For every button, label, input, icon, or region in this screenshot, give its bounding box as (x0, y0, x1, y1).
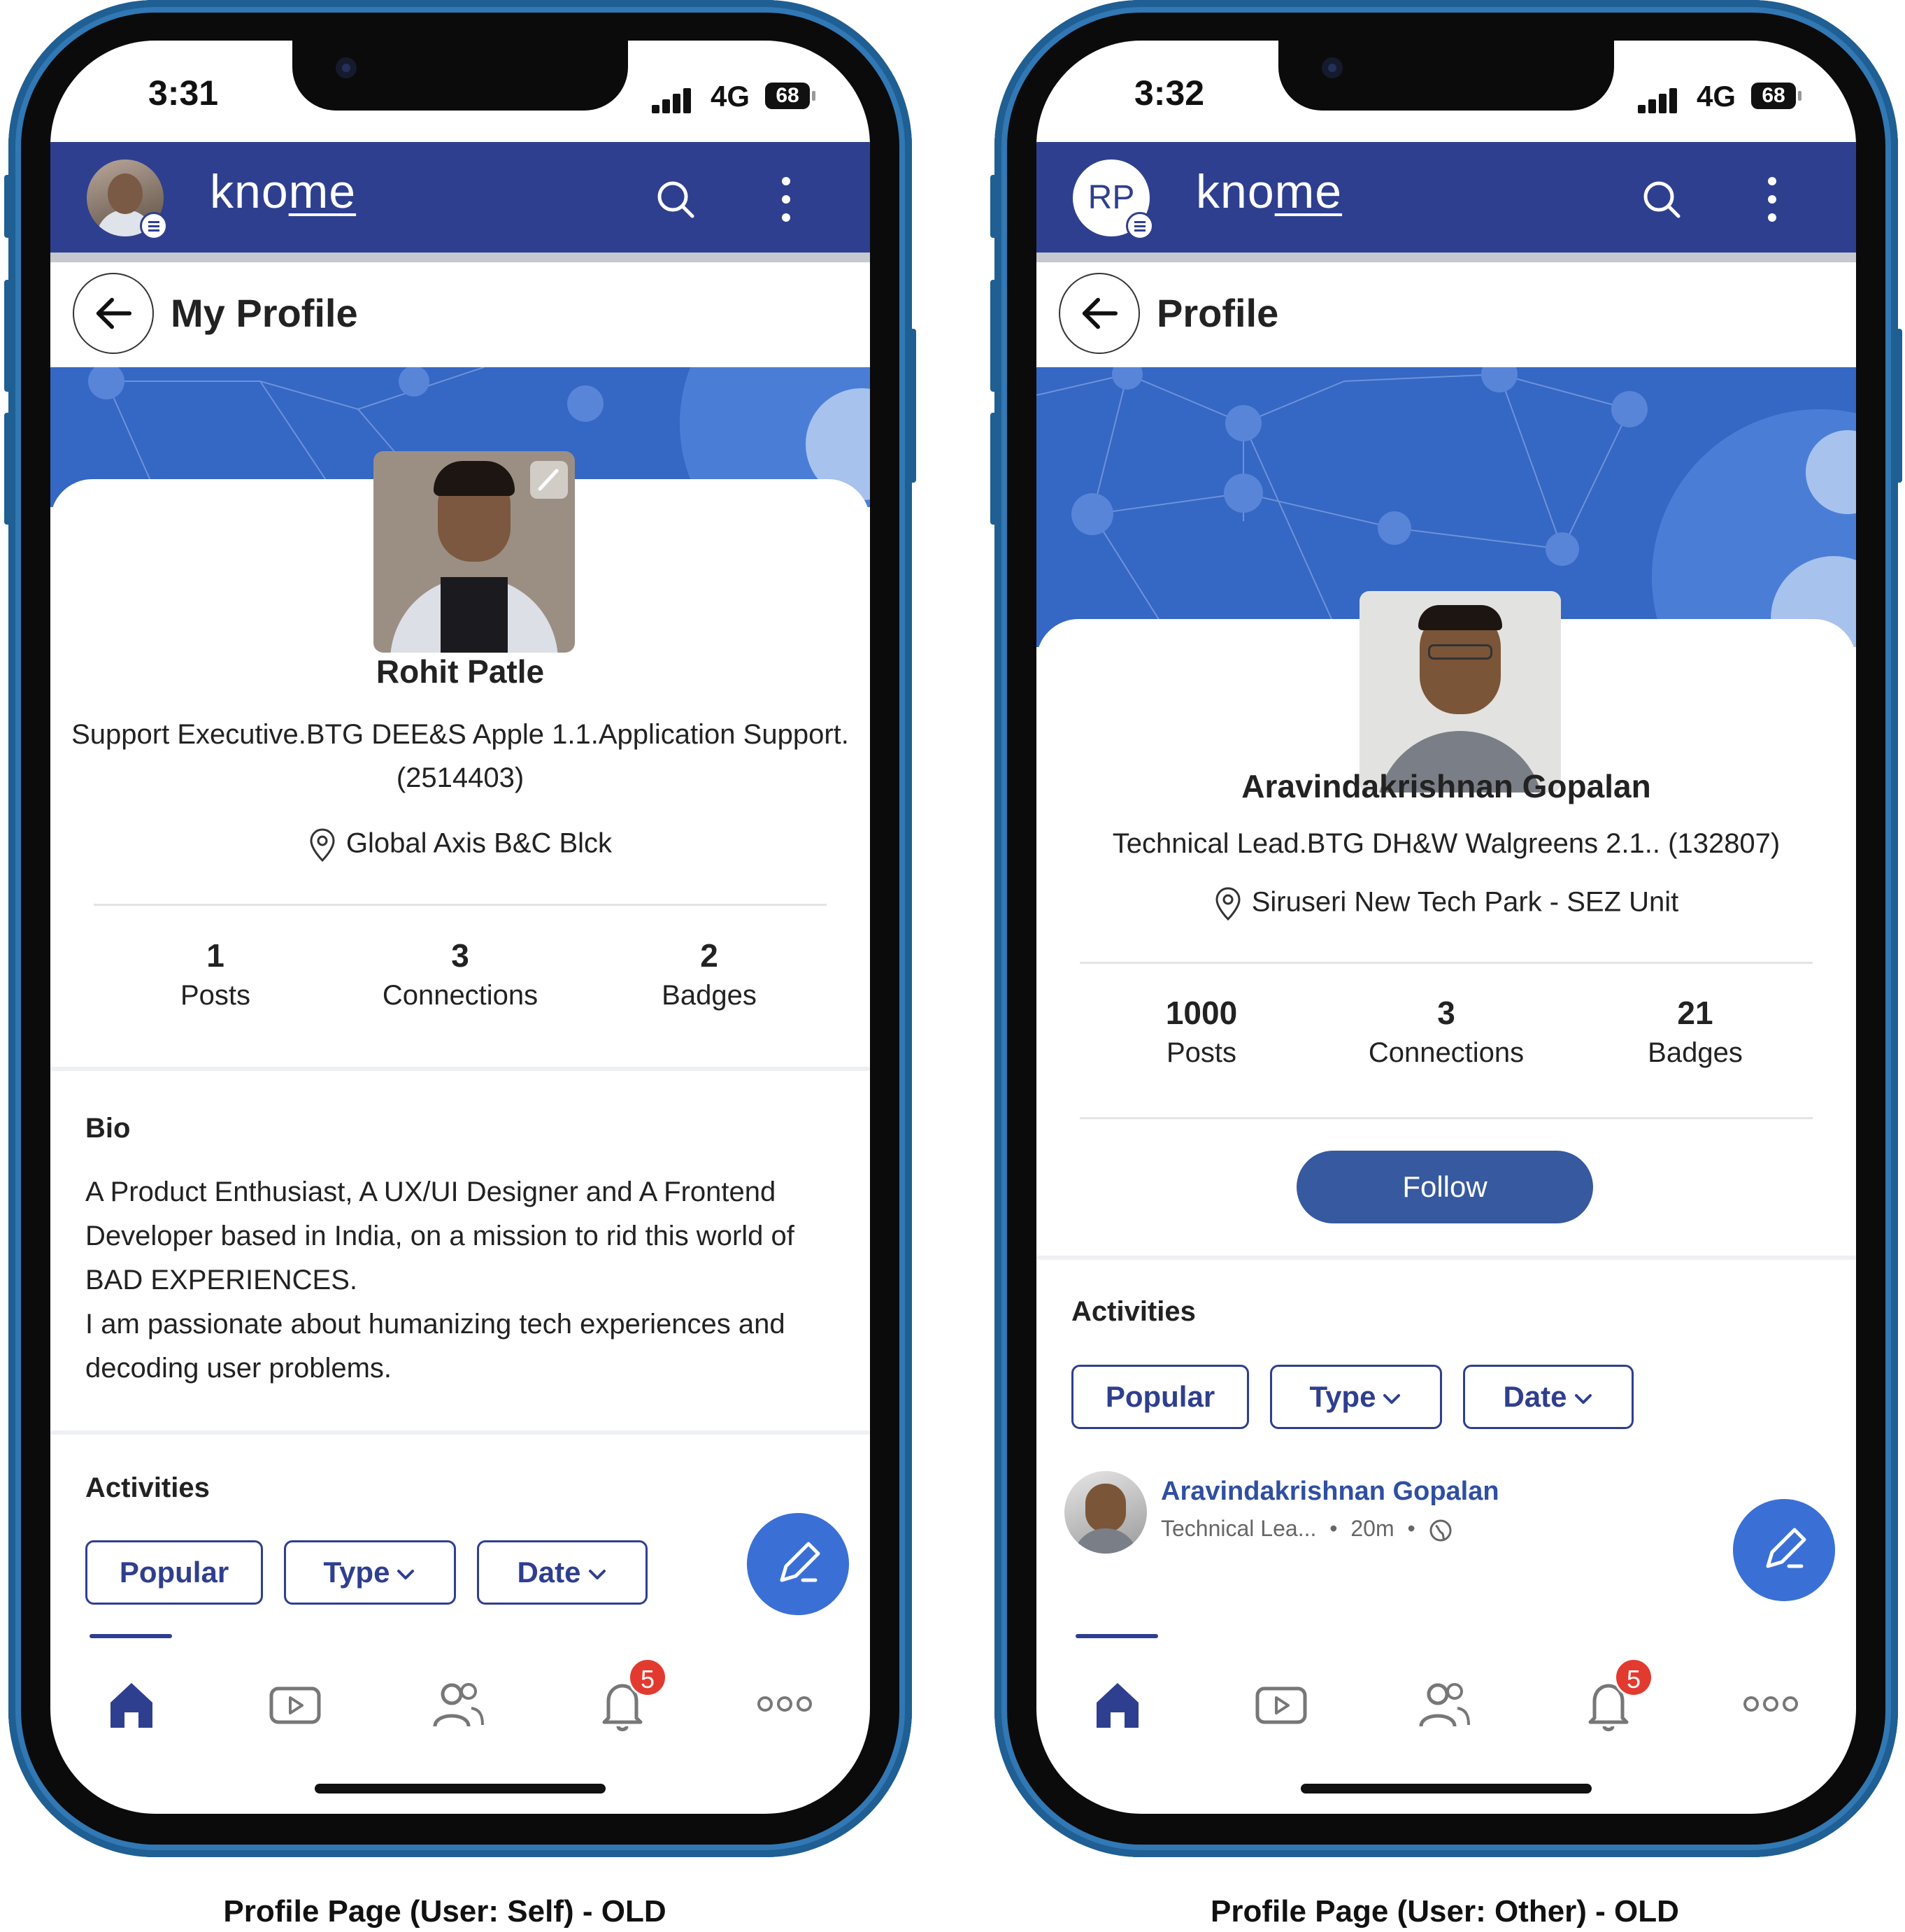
profile-role: Technical Lead.BTG DH&W Walgreens 2.1.. … (1112, 828, 1781, 859)
profile-name: Aravindakrishnan Gopalan (1241, 768, 1651, 804)
home-indicator (315, 1784, 606, 1794)
back-button[interactable] (73, 273, 154, 354)
divider (1080, 1117, 1813, 1119)
bio-heading: Bio (85, 1113, 131, 1144)
camera-icon (336, 57, 357, 78)
connections-icon[interactable] (424, 1669, 494, 1739)
connections-icon[interactable] (1410, 1669, 1480, 1739)
stat-badges[interactable]: 2 Badges (604, 937, 814, 1011)
more-horizontal-icon[interactable] (750, 1669, 820, 1739)
network-label: 4G (1697, 80, 1736, 113)
compose-fab[interactable] (747, 1513, 849, 1615)
location-pin-icon (1215, 887, 1241, 921)
notch (1278, 41, 1614, 111)
activities-heading: Activities (1071, 1296, 1196, 1327)
app-header: RP knome (1036, 142, 1856, 262)
section-separator (1036, 1256, 1856, 1260)
notifications-tab[interactable]: 5 (587, 1658, 667, 1739)
filter-date[interactable]: Date (477, 1540, 648, 1605)
page-title: My Profile (171, 291, 358, 335)
location-pin-icon (310, 828, 335, 862)
bottom-nav: 5 (50, 1634, 870, 1774)
more-vert-icon[interactable] (1765, 177, 1779, 222)
filter-type[interactable]: Type (1270, 1365, 1442, 1429)
stat-posts[interactable]: 1000 Posts (1097, 994, 1306, 1069)
knome-logo: knome (210, 165, 357, 218)
follow-button[interactable]: Follow (1297, 1151, 1593, 1223)
menu-badge-icon (140, 212, 168, 240)
battery-icon: 68 (1751, 83, 1801, 109)
page-header: My Profile (50, 262, 870, 367)
profile-name: Rohit Patle (376, 653, 545, 690)
chevron-down-icon (588, 1569, 606, 1579)
video-icon[interactable] (260, 1669, 330, 1739)
divider (94, 904, 827, 906)
bottom-nav: 5 (1036, 1634, 1856, 1774)
profile-role: Support Executive.BTG DEE&S Apple 1.1.Ap… (71, 719, 849, 793)
profile-card: Rohit Patle Support Executive.BTG DEE&S … (50, 451, 870, 1634)
app-header: knome (50, 142, 870, 262)
caption-other: Profile Page (User: Other) - OLD (1211, 1894, 1679, 1929)
caption-self: Profile Page (User: Self) - OLD (223, 1894, 666, 1929)
back-button[interactable] (1059, 273, 1140, 354)
active-tab-indicator (90, 1634, 172, 1638)
screen: 3:32 4G 68 RP knome Profile Aravindakris… (1036, 41, 1856, 1814)
battery-icon: 68 (765, 83, 815, 109)
signal-icon (1638, 85, 1680, 113)
filter-popular[interactable]: Popular (85, 1540, 263, 1605)
page-header: Profile (1036, 262, 1856, 367)
chevron-down-icon (397, 1569, 415, 1579)
home-indicator (1301, 1784, 1592, 1794)
filter-type[interactable]: Type (284, 1540, 456, 1605)
edit-photo-icon[interactable] (530, 461, 568, 499)
phone-other-profile: 3:32 4G 68 RP knome Profile Aravindakris… (990, 0, 1904, 1857)
filter-popular[interactable]: Popular (1071, 1365, 1249, 1429)
stat-badges[interactable]: 21 Badges (1590, 994, 1800, 1069)
menu-badge-icon (1126, 212, 1154, 240)
profile-photo (1360, 591, 1561, 793)
filter-date[interactable]: Date (1463, 1365, 1634, 1429)
home-icon[interactable] (1083, 1669, 1153, 1739)
section-separator (50, 1430, 870, 1435)
profile-card: Aravindakrishnan Gopalan Technical Lead.… (1036, 591, 1856, 1634)
screen: 3:31 4G 68 knome My Profile Rohit Patle … (50, 41, 870, 1814)
profile-location: Global Axis B&C Blck (50, 828, 870, 862)
more-horizontal-icon[interactable] (1736, 1669, 1806, 1739)
status-time: 3:31 (148, 73, 219, 113)
phone-self-profile: 3:31 4G 68 knome My Profile Rohit Patle … (4, 0, 918, 1857)
notifications-tab[interactable]: 5 (1574, 1658, 1653, 1739)
home-icon[interactable] (97, 1669, 166, 1739)
network-label: 4G (711, 80, 750, 113)
search-icon[interactable] (1641, 178, 1683, 220)
chevron-down-icon (1383, 1393, 1401, 1404)
globe-icon (1429, 1519, 1452, 1542)
knome-logo: knome (1196, 165, 1343, 218)
page-title: Profile (1157, 291, 1279, 335)
search-icon[interactable] (655, 178, 697, 220)
camera-icon (1322, 57, 1343, 78)
bio-text: A Product Enthusiast, A UX/UI Designer a… (85, 1177, 794, 1384)
stat-connections[interactable]: 3 Connections (355, 937, 565, 1011)
profile-location: Siruseri New Tech Park - SEZ Unit (1036, 886, 1856, 921)
signal-icon (652, 85, 694, 113)
notification-badge: 5 (628, 1658, 667, 1697)
video-icon[interactable] (1246, 1669, 1316, 1739)
notification-badge: 5 (1614, 1658, 1653, 1697)
status-time: 3:32 (1134, 73, 1205, 113)
section-separator (50, 1067, 870, 1071)
chevron-down-icon (1574, 1393, 1592, 1404)
post-author-name[interactable]: Aravindakrishnan Gopalan (1161, 1477, 1499, 1507)
divider (1080, 962, 1813, 964)
active-tab-indicator (1076, 1634, 1158, 1638)
more-vert-icon[interactable] (779, 177, 793, 222)
activities-heading: Activities (85, 1472, 210, 1503)
stat-connections[interactable]: 3 Connections (1341, 994, 1551, 1069)
post-meta: Technical Lea... • 20m • (1161, 1516, 1453, 1542)
notch (292, 41, 628, 111)
compose-fab[interactable] (1733, 1499, 1835, 1601)
stat-posts[interactable]: 1 Posts (110, 937, 320, 1011)
post-author-avatar[interactable] (1064, 1471, 1147, 1554)
